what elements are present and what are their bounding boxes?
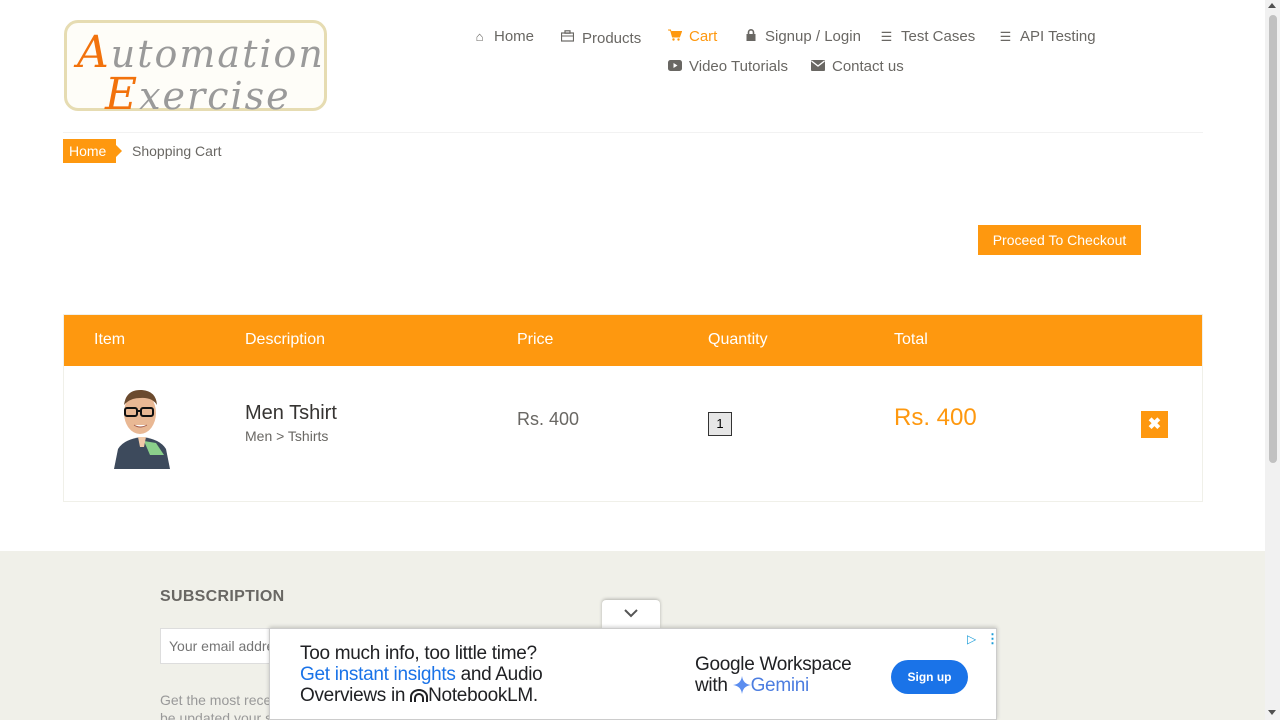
nav-video-tutorials[interactable]: Video Tutorials (667, 58, 788, 75)
cart-table-header: Item Description Price Quantity Total (64, 315, 1202, 366)
ad-highlight: Get instant insights (300, 664, 456, 685)
subscription-title: SUBSCRIPTION (160, 588, 285, 605)
nav-products[interactable]: Products (560, 28, 641, 47)
nav-products-label: Products (582, 30, 642, 47)
ad-choices-icon[interactable]: ▷ (967, 632, 976, 646)
nav-video-tutorials-label: Video Tutorials (689, 58, 788, 75)
ad-headline-line-3: Overviews in NotebookLM. (300, 685, 538, 707)
nav-contact-us[interactable]: Contact us (810, 58, 904, 75)
lock-icon (743, 29, 758, 44)
product-name-link[interactable]: Men Tshirt (245, 402, 337, 425)
ad-sign-up-button[interactable]: Sign up (891, 660, 968, 694)
ad-banner[interactable]: Too much info, too little time? Get inst… (269, 628, 999, 720)
nav-contact-us-label: Contact us (832, 58, 904, 75)
delete-item-button[interactable]: ✖ (1141, 411, 1168, 438)
close-icon: ✖ (1147, 416, 1162, 433)
ad-brand-line-2: with Gemini (695, 675, 809, 697)
gemini-label: Gemini (750, 675, 810, 696)
breadcrumb-current: Shopping Cart (132, 143, 222, 159)
nav-signup-label: Signup / Login (765, 28, 861, 45)
nav-api-testing-label: API Testing (1020, 28, 1096, 45)
logo-line-2: Exercise (105, 69, 291, 120)
ad-headline-line-1: Too much info, too little time? (300, 643, 537, 664)
product-price: Rs. 400 (517, 409, 580, 429)
proceed-to-checkout-button[interactable]: Proceed To Checkout (978, 225, 1141, 255)
briefcase-icon (560, 30, 575, 45)
nav-cart[interactable]: Cart (667, 28, 717, 45)
scroll-down-arrow-icon[interactable] (1268, 710, 1276, 715)
ad-more-options-icon[interactable]: ⋮ (986, 631, 999, 647)
product-total: Rs. 400 (894, 404, 977, 431)
chevron-down-icon (624, 609, 638, 618)
youtube-play-icon (667, 59, 682, 74)
scroll-up-arrow-icon[interactable] (1268, 3, 1276, 8)
nav-home[interactable]: ⌂ Home (472, 28, 534, 45)
list-icon: ☰ (880, 28, 893, 44)
product-image[interactable] (104, 385, 180, 469)
notebooklm-brand: NotebookLM. (428, 685, 538, 706)
list-icon: ☰ (999, 28, 1012, 44)
column-header-description: Description (245, 331, 326, 348)
notebooklm-icon (410, 685, 429, 706)
gemini-star-icon (732, 675, 751, 696)
ad-brand-prefix: with (695, 675, 733, 696)
nav-test-cases-label: Test Cases (901, 28, 976, 45)
nav-test-cases[interactable]: ☰ Test Cases (879, 28, 976, 45)
breadcrumb-home[interactable]: Home (63, 139, 123, 163)
column-header-price: Price (517, 331, 554, 348)
header-divider (63, 132, 1203, 133)
scrollbar-thumb[interactable] (1269, 15, 1277, 463)
ad-line-3-text: Overviews in (300, 685, 411, 706)
column-header-quantity: Quantity (708, 331, 768, 348)
ad-collapse-toggle[interactable] (602, 600, 660, 628)
envelope-icon (810, 59, 825, 74)
ad-line-2-rest: and Audio (455, 664, 543, 685)
shopping-cart-icon (667, 29, 682, 44)
home-icon: ⌂ (475, 29, 484, 44)
site-logo[interactable]: Automation Exercise (64, 20, 327, 120)
column-header-total: Total (894, 331, 928, 348)
nav-cart-label: Cart (689, 28, 718, 45)
nav-api-testing[interactable]: ☰ API Testing (998, 28, 1096, 45)
cart-table: Item Description Price Quantity Total Me… (63, 314, 1203, 502)
nav-home-label: Home (494, 28, 535, 45)
column-header-item: Item (94, 331, 126, 348)
quantity-field[interactable]: 1 (708, 412, 732, 436)
nav-signup-login[interactable]: Signup / Login (743, 28, 861, 45)
product-category: Men > Tshirts (245, 428, 329, 444)
ad-headline-line-2: Get instant insights and Audio (300, 664, 543, 686)
ad-brand-line-1: Google Workspace (695, 654, 852, 675)
page-scrollbar[interactable] (1265, 0, 1280, 720)
